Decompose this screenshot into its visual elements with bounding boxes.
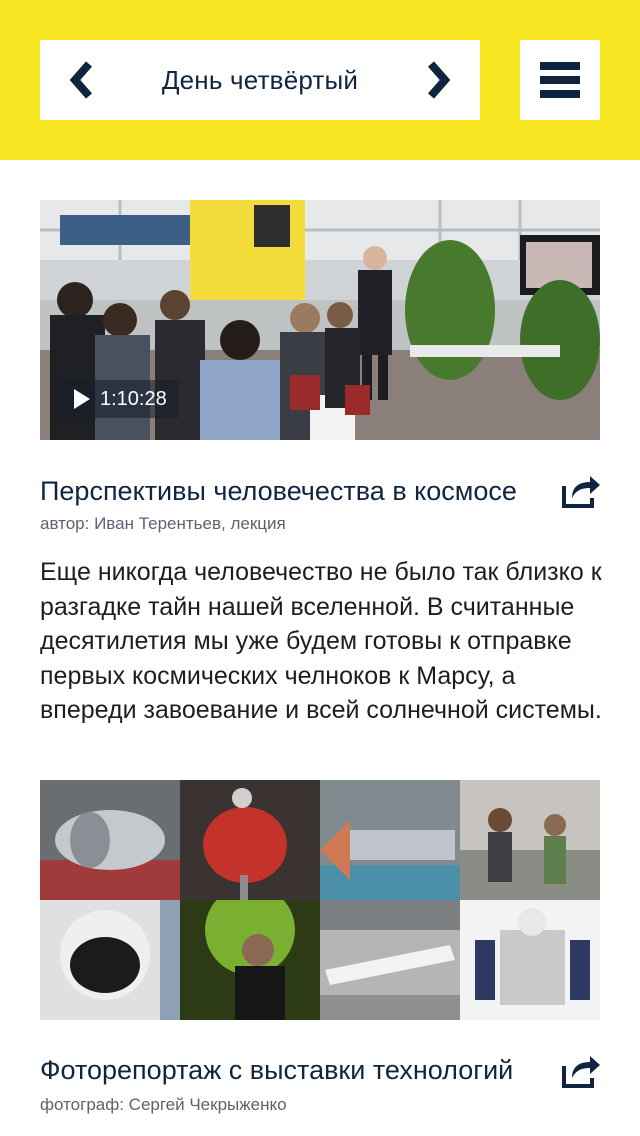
gallery-photo[interactable] bbox=[320, 780, 460, 900]
play-icon bbox=[74, 389, 90, 409]
gallery-photo[interactable] bbox=[40, 780, 180, 900]
gallery-photo[interactable] bbox=[460, 780, 600, 900]
gallery-photo[interactable] bbox=[40, 900, 180, 1020]
article-author: фотограф: Сергей Чекрыженко bbox=[40, 1095, 287, 1114]
article-author: автор: Иван Терентьев, лекция bbox=[40, 514, 286, 533]
play-duration-badge[interactable]: 1:10:28 bbox=[60, 380, 178, 418]
gallery-photo[interactable] bbox=[320, 900, 460, 1020]
lecture-video-thumbnail[interactable]: 1:10:28 bbox=[40, 200, 600, 440]
article-title[interactable]: Фоторепортаж с выставки технологий bbox=[40, 1055, 550, 1086]
chevron-right-icon[interactable] bbox=[418, 60, 458, 100]
hamburger-menu-icon[interactable] bbox=[520, 40, 600, 120]
menu-bar bbox=[540, 62, 580, 70]
gallery-photo[interactable] bbox=[460, 900, 600, 1020]
article-title[interactable]: Перспективы человечества в космосе bbox=[40, 476, 550, 507]
menu-bar bbox=[540, 90, 580, 98]
gallery-photo[interactable] bbox=[180, 780, 320, 900]
share-icon[interactable] bbox=[560, 1052, 602, 1090]
top-bar: День четвёртый bbox=[0, 0, 640, 160]
photo-gallery[interactable] bbox=[40, 780, 600, 1020]
day-navigator: День четвёртый bbox=[40, 40, 480, 120]
chevron-left-icon[interactable] bbox=[62, 60, 102, 100]
day-title: День четвёртый bbox=[161, 64, 359, 95]
share-icon[interactable] bbox=[560, 472, 602, 510]
video-duration: 1:10:28 bbox=[100, 387, 167, 410]
article-description: Еще никогда человечество не было так бли… bbox=[40, 558, 602, 724]
gallery-photo[interactable] bbox=[180, 900, 320, 1020]
menu-bar bbox=[540, 76, 580, 84]
